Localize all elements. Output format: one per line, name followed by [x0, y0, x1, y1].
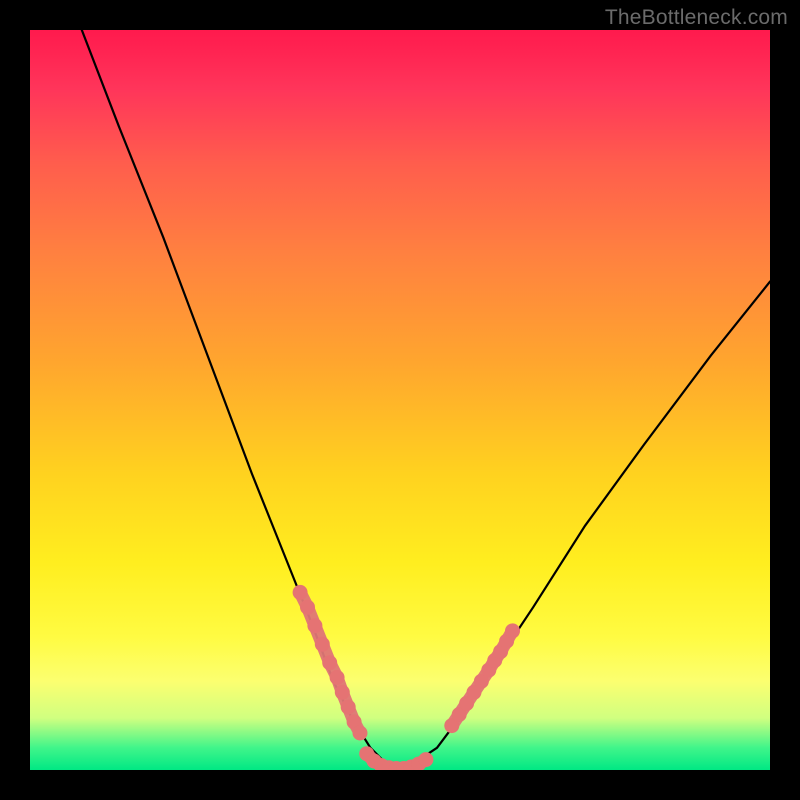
cluster-point	[322, 655, 337, 670]
cluster-point	[335, 685, 350, 700]
cluster-point	[330, 670, 345, 685]
cluster-point	[505, 623, 520, 638]
cluster-point	[293, 585, 308, 600]
series-left-arm	[82, 30, 393, 770]
series-right-arm	[393, 282, 770, 770]
data-point-clusters	[293, 585, 520, 770]
chart-frame: TheBottleneck.com	[0, 0, 800, 800]
watermark-text: TheBottleneck.com	[605, 6, 788, 30]
cluster-point	[353, 726, 368, 741]
cluster-point	[315, 637, 330, 652]
chart-plot-area	[30, 30, 770, 770]
cluster-point	[341, 700, 356, 715]
chart-svg	[30, 30, 770, 770]
cluster-point	[307, 618, 322, 633]
cluster-point	[418, 752, 433, 767]
cluster-point	[300, 600, 315, 615]
